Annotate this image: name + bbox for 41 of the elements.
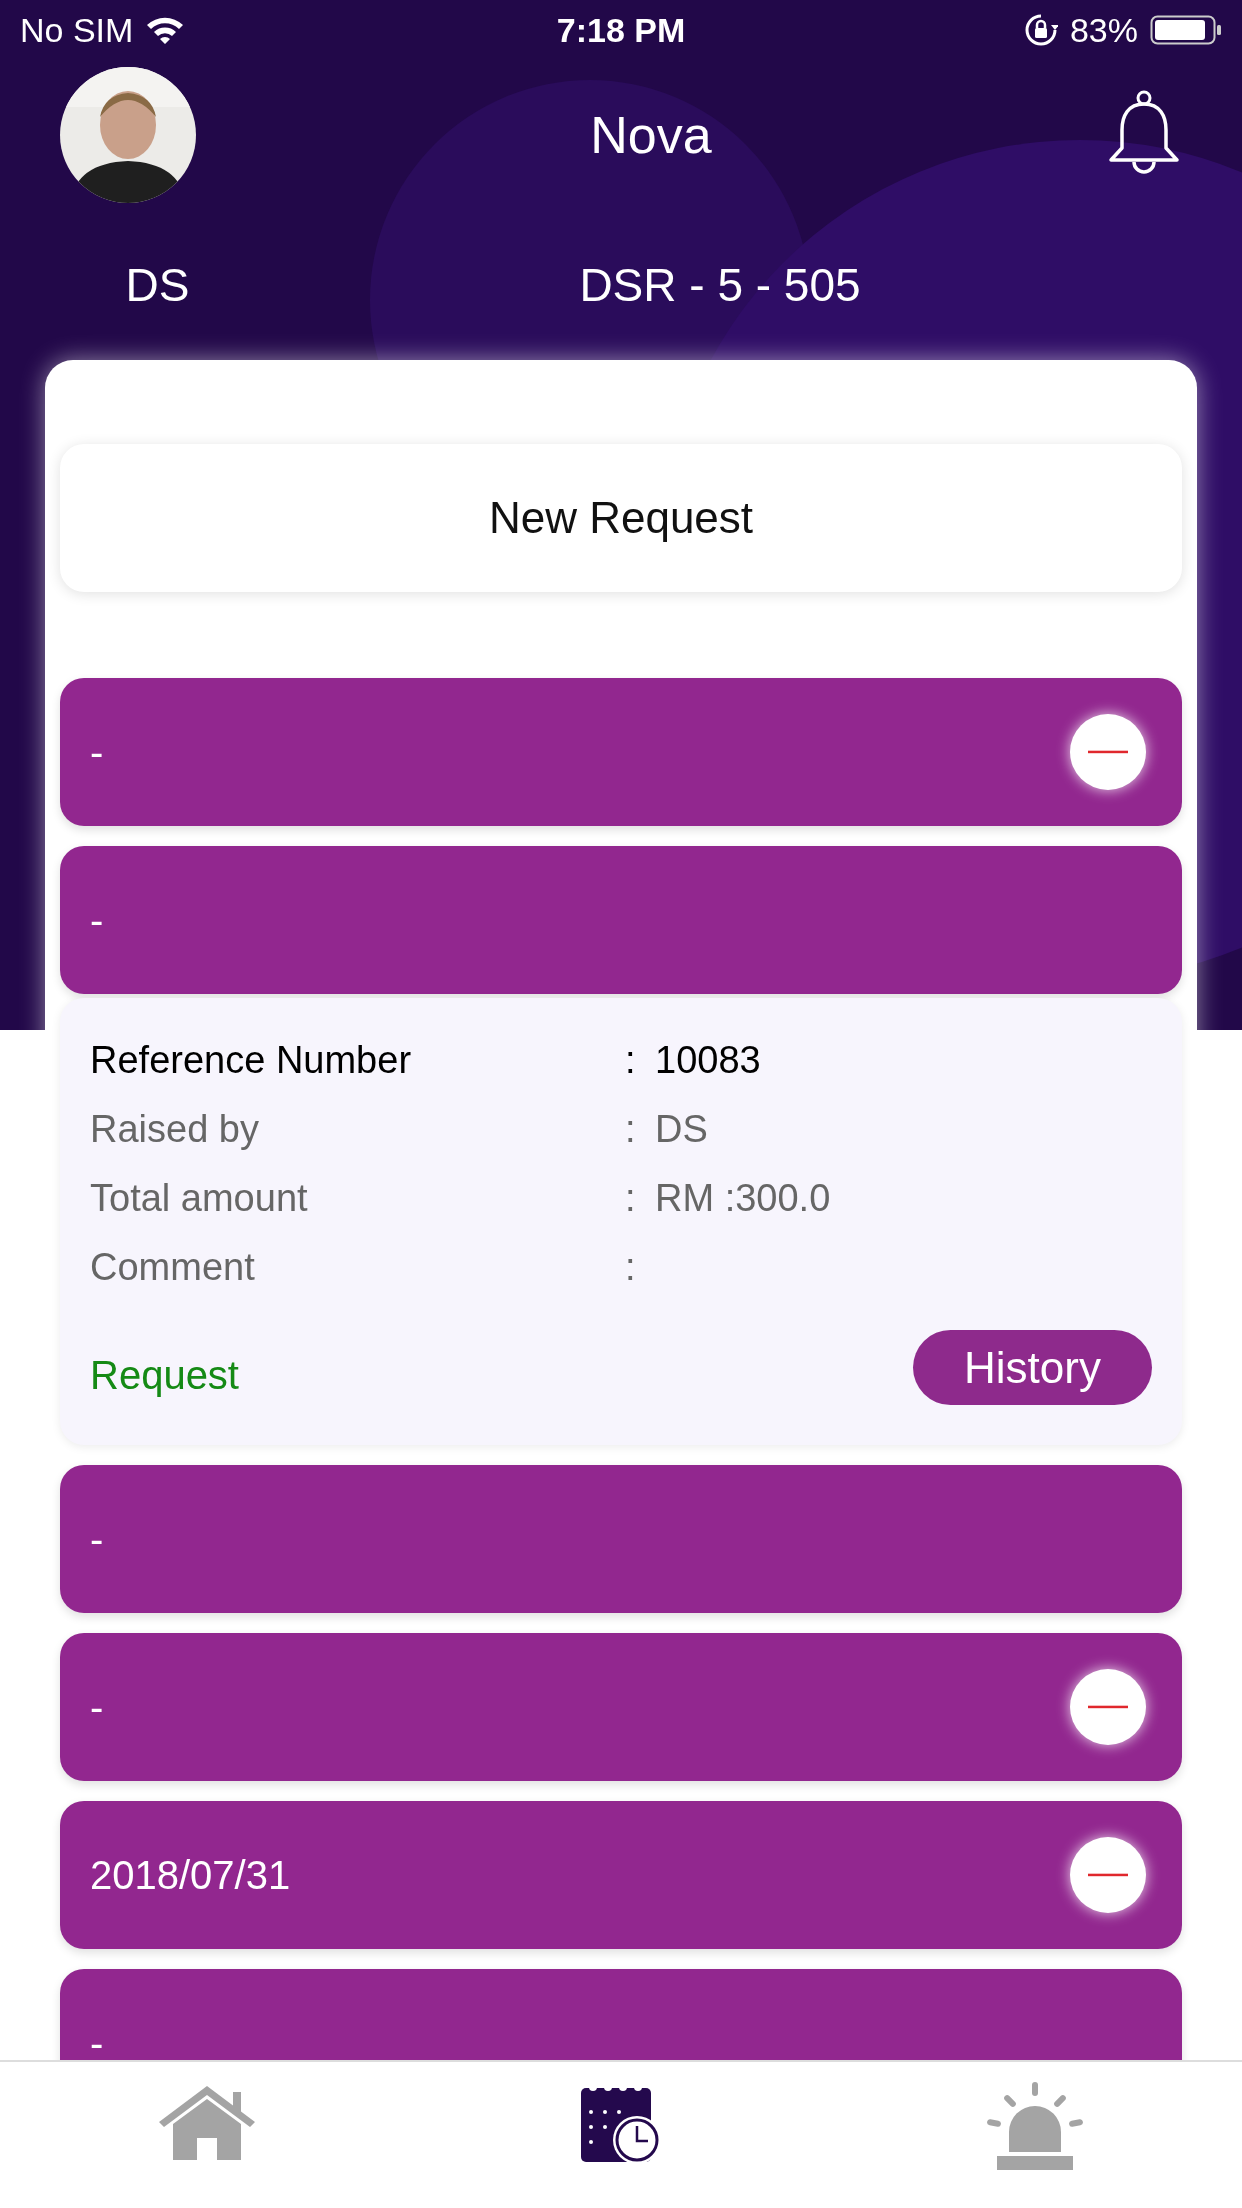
colon: : [625, 1176, 637, 1221]
colon: : [625, 1038, 637, 1083]
carrier-label: No SIM [20, 9, 134, 51]
user-initials: DS [124, 257, 191, 313]
remove-button[interactable] [1070, 714, 1146, 790]
field-value: 10083 [655, 1038, 761, 1083]
rotation-lock-icon [1023, 13, 1058, 47]
request-row[interactable]: - [60, 678, 1182, 826]
request-label: 2018/07/31 [90, 1852, 291, 1899]
request-row[interactable]: - [60, 1633, 1182, 1781]
request-row[interactable]: - [60, 1465, 1182, 1613]
request-row[interactable]: - [60, 846, 1182, 994]
battery-icon [1150, 13, 1222, 47]
field-label: Reference Number [90, 1038, 413, 1083]
field-value: DS [655, 1107, 708, 1152]
request-label: - [90, 729, 104, 776]
dealer-code: DSR - 5 - 505 [578, 257, 862, 313]
field-label: Total amount [90, 1176, 309, 1221]
request-label: - [90, 2020, 104, 2060]
request-row[interactable]: - [60, 1969, 1182, 2060]
field-value: RM :300.0 [655, 1176, 831, 1221]
colon: : [625, 1107, 637, 1152]
status-time: 7:18 PM [556, 9, 686, 51]
remove-button[interactable] [1070, 1837, 1146, 1913]
field-label: Raised by [90, 1107, 260, 1152]
history-button[interactable]: History [913, 1330, 1152, 1405]
minus-icon [1088, 750, 1128, 754]
request-row[interactable]: 2018/07/31 [60, 1801, 1182, 1949]
app-title: Nova [590, 105, 712, 166]
remove-button[interactable] [1070, 1669, 1146, 1745]
new-request-button[interactable]: New Request [60, 444, 1182, 592]
colon: : [625, 1245, 637, 1290]
minus-icon [1088, 1705, 1128, 1709]
minus-icon [1088, 1873, 1128, 1877]
request-label: - [90, 1516, 104, 1563]
field-label: Comment [90, 1245, 256, 1290]
wifi-icon [145, 15, 186, 45]
status-label: Request [90, 1352, 239, 1399]
request-label: - [90, 1684, 104, 1731]
battery-percent: 83% [1069, 9, 1138, 51]
request-label: - [90, 897, 104, 944]
